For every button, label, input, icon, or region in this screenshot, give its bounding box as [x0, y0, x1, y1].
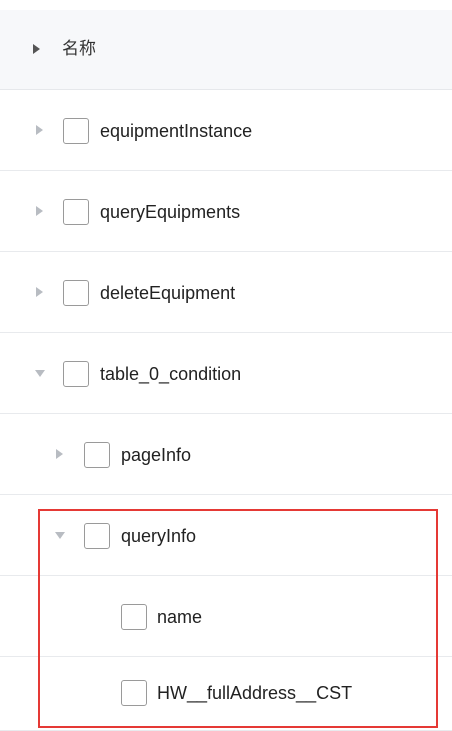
- row-checkbox[interactable]: [63, 361, 89, 387]
- row-checkbox[interactable]: [84, 523, 110, 549]
- tree-row-label: queryEquipments: [100, 202, 241, 222]
- expand-caret-icon[interactable]: [36, 287, 43, 297]
- tree-row-table_0_condition[interactable]: table_0_condition: [0, 333, 452, 414]
- tree-row-label: HW__fullAddress__CST: [157, 683, 353, 703]
- collapse-caret-icon[interactable]: [55, 532, 65, 539]
- tree-row-label: queryInfo: [121, 526, 197, 546]
- tree-row-pageInfo[interactable]: pageInfo: [0, 414, 452, 495]
- row-checkbox[interactable]: [121, 680, 147, 706]
- tree-row-deleteEquipment[interactable]: deleteEquipment: [0, 252, 452, 333]
- row-checkbox[interactable]: [84, 442, 110, 468]
- tree-row-name[interactable]: name: [0, 576, 452, 657]
- tree-row-label: table_0_condition: [100, 364, 242, 384]
- tree-row-queryInfo[interactable]: queryInfo: [0, 495, 452, 576]
- tree-row-label: name: [157, 607, 203, 627]
- tree-panel: 名称 equipmentInstance queryEquipments del…: [0, 0, 452, 731]
- tree-row-label: equipmentInstance: [100, 121, 253, 141]
- tree-row-queryEquipments[interactable]: queryEquipments: [0, 171, 452, 252]
- tree-row-label: pageInfo: [121, 445, 192, 465]
- row-checkbox[interactable]: [121, 604, 147, 630]
- tree-row-label: deleteEquipment: [100, 283, 236, 303]
- expand-caret-icon[interactable]: [36, 206, 43, 216]
- expand-caret-icon[interactable]: [36, 125, 43, 135]
- tree-row-equipmentInstance[interactable]: equipmentInstance: [0, 90, 452, 171]
- row-checkbox[interactable]: [63, 118, 89, 144]
- tree-row-HW__fullAddress__CST[interactable]: HW__fullAddress__CST: [0, 657, 452, 731]
- row-checkbox[interactable]: [63, 280, 89, 306]
- caret-right-icon[interactable]: [33, 44, 40, 54]
- collapse-caret-icon[interactable]: [35, 370, 45, 377]
- column-header-name: 名称: [62, 39, 96, 58]
- row-checkbox[interactable]: [63, 199, 89, 225]
- expand-caret-icon[interactable]: [56, 449, 63, 459]
- tree-header[interactable]: 名称: [0, 10, 452, 90]
